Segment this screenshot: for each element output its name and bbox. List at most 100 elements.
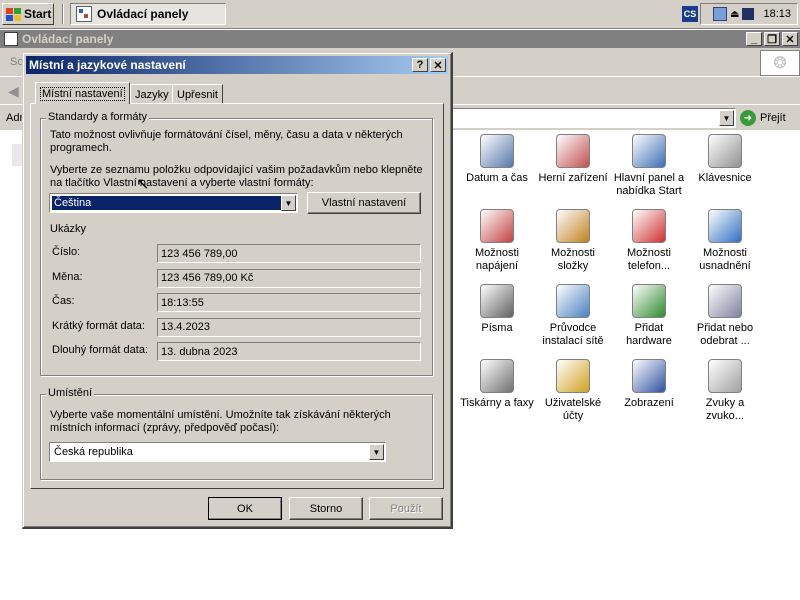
clock[interactable]: 18:13 [763,8,791,20]
sample-label: Dlouhý formát data: [52,344,148,356]
control-panel-item[interactable]: Průvodce instalací sítě [536,284,610,359]
cancel-button[interactable]: Storno [289,497,363,520]
windows-logo-icon [6,7,21,21]
sample-label: Krátký formát data: [52,319,145,332]
control-panel-item[interactable]: Tiskárny a faxy [460,359,534,434]
taskbar-item-control-panel[interactable]: Ovládací panely [70,3,226,25]
location-description: Vyberte vaše momentální umístění. Umožní… [50,409,391,434]
control-panel-item[interactable]: Klávesnice [688,134,762,209]
regional-settings-dialog: Místní a jazykové nastavení ? ✕ Místní n… [22,52,453,529]
control-panel-item[interactable]: Písma [460,284,534,359]
users-icon [556,359,590,393]
tab-panel: Standardy a formáty Tato možnost ovlivňu… [30,103,444,489]
chevron-down-icon[interactable]: ▼ [281,195,296,211]
control-panel-icon [76,6,92,22]
address-label: Adr [6,112,24,124]
control-panel-item-label: Možnosti telefon... [626,247,672,272]
sample-label: Číslo: [52,246,81,258]
dialog-close-button[interactable]: ✕ [430,58,446,72]
printer-icon [480,359,514,393]
volume-icon[interactable] [742,8,755,20]
close-button[interactable]: ✕ [782,32,798,46]
help-button[interactable]: ? [412,58,428,72]
control-panel-item-label: Průvodce instalací sítě [542,322,604,347]
sample-value: 18:13:55 [157,293,421,312]
hardware-icon [632,284,666,318]
back-arrow-icon[interactable]: ◀ [8,83,19,100]
control-panel-item[interactable]: Možnosti usnadnění [688,209,762,284]
keyboard-icon [708,134,742,168]
taskbar-icon [632,134,666,168]
location-select[interactable]: Česká republika ▼ [49,442,386,462]
control-panel-item-label: Zobrazení [624,397,674,409]
windows-flag-box: ❂ [760,50,800,76]
control-panel-item[interactable]: Možnosti telefon... [612,209,686,284]
control-panel-item-label: Herní zařízení [538,172,608,184]
control-panel-item-label: Písma [481,322,513,334]
control-panel-item[interactable]: Zvuky a zvuko... [688,359,762,434]
control-panel-item-label: Možnosti složky [550,247,596,272]
ok-button[interactable]: OK [208,497,282,520]
network-wizard-icon [556,284,590,318]
control-panel-item[interactable]: Možnosti složky [536,209,610,284]
samples-heading: Ukázky [50,223,87,235]
clock-icon [480,134,514,168]
control-panel-item-label: Přidat nebo odebrat ... [696,322,754,347]
go-button[interactable]: ➜ Přejít [740,108,798,128]
tab-label: Místní nastavení [40,86,125,101]
control-panel-item-label: Uživatelské účty [544,397,602,422]
control-panel-item[interactable]: Přidat hardware [612,284,686,359]
folder-options-icon [556,209,590,243]
add-remove-icon [708,284,742,318]
tab-regional-options[interactable]: Místní nastavení [35,82,130,104]
control-panel-item[interactable]: Zobrazení [612,359,686,434]
mouse-cursor-icon: ↖ [136,176,150,193]
explorer-titlebar[interactable]: Ovládací panely _ ❐ ✕ [0,30,800,48]
phone-icon [632,209,666,243]
taskbar: Start Ovládací panely CS ⏏ 18:13 [0,0,800,29]
sample-label: Čas: [52,295,75,307]
control-panel-item[interactable]: Hlavní panel a nabídka Start [612,134,686,209]
tab-label: Upřesnit [177,88,218,101]
format-select[interactable]: Čeština ▼ [49,193,298,213]
power-icon [480,209,514,243]
taskbar-item-label: Ovládací panely [97,7,189,21]
sample-value: 123 456 789,00 Kč [157,268,421,288]
custom-settings-button[interactable]: Vlastní nastavení [307,192,421,214]
network-icon[interactable] [713,7,728,21]
address-input[interactable]: ▼ [452,108,736,128]
chevron-down-icon[interactable]: ▼ [719,110,734,126]
minimize-button[interactable]: _ [746,32,762,46]
dialog-titlebar[interactable]: Místní a jazykové nastavení ? ✕ [26,56,448,74]
location-legend: Umístění [46,387,95,399]
taskbar-separator [62,4,64,24]
sample-value: 13.4.2023 [157,317,421,337]
control-panel-item[interactable]: Datum a čas [460,134,534,209]
apply-button[interactable]: Použít [369,497,443,520]
tab-advanced[interactable]: Upřesnit [172,84,223,104]
control-panel-item[interactable]: Herní zařízení [536,134,610,209]
maximize-button[interactable]: ❐ [764,32,780,46]
start-label: Start [24,7,52,21]
start-button[interactable]: Start [2,3,54,25]
chevron-down-icon[interactable]: ▼ [369,444,384,460]
sound-icon [708,359,742,393]
eject-icon[interactable]: ⏏ [730,9,739,20]
location-selected: Česká republika [54,446,133,458]
tab-label: Jazyky [135,88,169,101]
control-panel-item[interactable]: Možnosti napájení [460,209,534,284]
accessibility-icon [708,209,742,243]
control-panel-item[interactable]: Přidat nebo odebrat ... [688,284,762,359]
sample-value: 123 456 789,00 [157,244,421,263]
standards-description: Tato možnost ovlivňuje formátování čísel… [50,129,403,154]
go-arrow-icon: ➜ [740,110,756,126]
control-panel-item-label: Tiskárny a faxy [460,397,534,409]
control-panel-item-label: Zvuky a zvuko... [705,397,745,422]
fonts-icon [480,284,514,318]
location-group [40,394,433,480]
control-panel-item-label: Možnosti usnadnění [699,247,751,272]
control-panel-item[interactable]: Uživatelské účty [536,359,610,434]
tab-languages[interactable]: Jazyky [130,84,174,104]
language-indicator[interactable]: CS [682,6,698,22]
control-panel-item-label: Přidat hardware [626,322,672,347]
